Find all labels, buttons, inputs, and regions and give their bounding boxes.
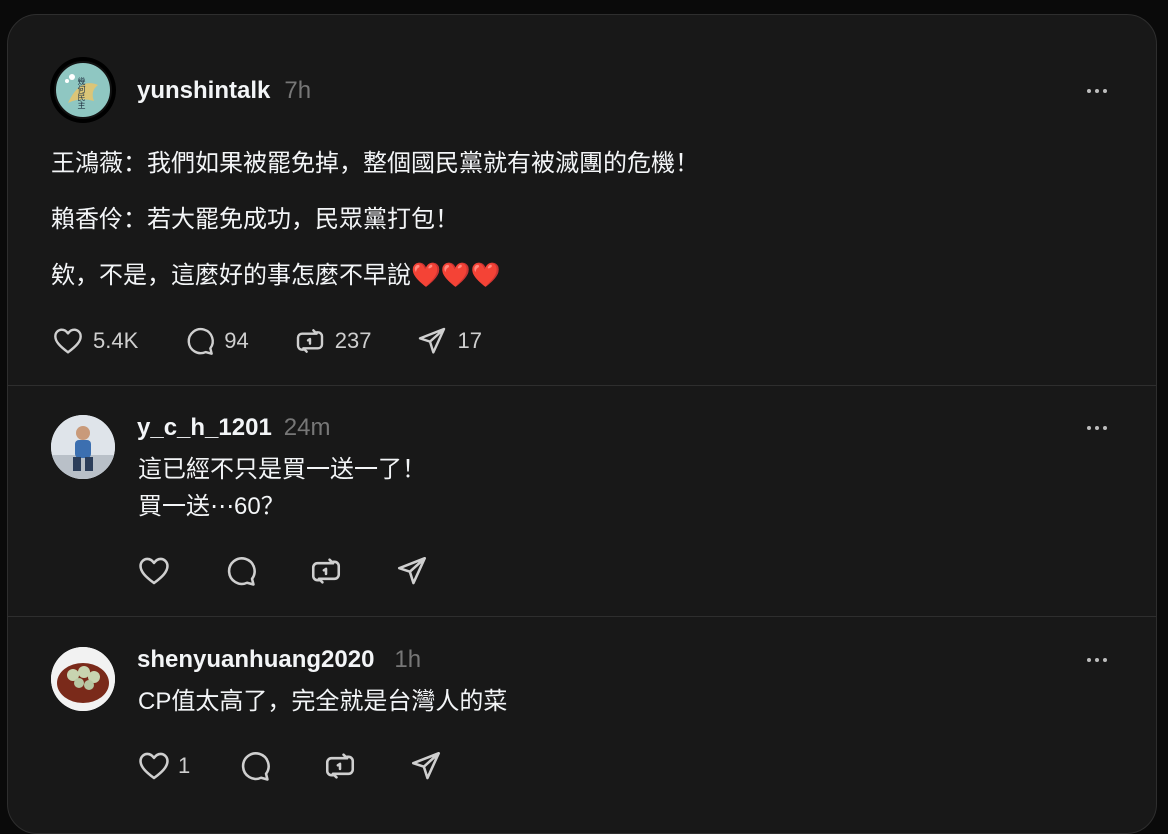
- repost-button[interactable]: [308, 554, 344, 588]
- repost-button[interactable]: [322, 749, 358, 783]
- comment-icon: [187, 327, 215, 355]
- more-icon[interactable]: [1084, 650, 1110, 670]
- avatar[interactable]: [51, 647, 115, 711]
- reply-button[interactable]: [236, 749, 272, 783]
- post-time: 7h: [284, 77, 312, 104]
- post-actions: 1: [136, 749, 444, 783]
- reply-count: 94: [224, 328, 249, 353]
- share-icon: [419, 327, 446, 354]
- share-icon: [397, 556, 427, 585]
- repost-icon: [296, 329, 323, 353]
- post-author[interactable]: y_c_h_1201 24m: [137, 414, 330, 442]
- heart-icon: [54, 328, 82, 354]
- comment-icon: [227, 557, 256, 586]
- repost-icon: [326, 753, 355, 779]
- share-icon: [412, 751, 441, 780]
- more-icon[interactable]: [1084, 418, 1110, 438]
- more-icon[interactable]: [1084, 81, 1110, 101]
- share-button[interactable]: 17: [415, 325, 482, 357]
- repost-count: 237: [334, 328, 372, 353]
- reply-post: shenyuanhuang2020 1h CP值太高了，完全就是台灣人的菜 1: [8, 617, 1156, 817]
- username[interactable]: shenyuanhuang2020: [137, 646, 374, 673]
- post-actions: 5.4K 94 237 17: [51, 325, 482, 357]
- like-button[interactable]: [136, 554, 172, 588]
- post-line: 買一送⋯60？: [138, 493, 285, 520]
- like-count: 1: [178, 753, 191, 778]
- post-line: 王鴻薇：我們如果被罷免掉，整個國民黨就有被滅團的危機！: [51, 150, 699, 177]
- post-actions: [136, 554, 430, 588]
- thread-card: 幾何民主 yunshintalk 7h 王鴻薇：我們如果被罷免掉，整個國民黨就有被…: [7, 14, 1157, 834]
- post-line: 賴香伶：若大罷免成功，民眾黨打包！: [51, 206, 459, 233]
- repost-icon: [311, 558, 341, 584]
- post-author[interactable]: shenyuanhuang2020 1h: [137, 646, 421, 674]
- post-time: 1h: [394, 646, 422, 673]
- post-line: 這已經不只是買一送一了！: [138, 456, 426, 483]
- share-button[interactable]: [408, 749, 444, 783]
- reply-button[interactable]: 94: [182, 325, 249, 357]
- post-line: 欸，不是，這麼好的事怎麼不早說❤️❤️❤️: [51, 262, 501, 289]
- heart-icon: [139, 752, 169, 780]
- post-time: 24m: [283, 414, 331, 441]
- like-button[interactable]: 1: [136, 749, 190, 783]
- heart-icon: [139, 557, 169, 585]
- main-post: 幾何民主 yunshintalk 7h 王鴻薇：我們如果被罷免掉，整個國民黨就有被…: [8, 15, 1156, 385]
- avatar[interactable]: 幾何民主: [50, 57, 116, 123]
- post-author[interactable]: yunshintalk 7h: [137, 77, 311, 105]
- post-line: CP值太高了，完全就是台灣人的菜: [138, 688, 508, 715]
- repost-button[interactable]: 237: [293, 325, 372, 357]
- reply-button[interactable]: [222, 554, 258, 588]
- share-count: 17: [457, 328, 482, 353]
- avatar[interactable]: [51, 415, 115, 479]
- avatar-logo-text: 幾何民主: [77, 77, 86, 109]
- reply-post: y_c_h_1201 24m 這已經不只是買一送一了！ 買一送⋯60？: [8, 386, 1156, 616]
- username[interactable]: yunshintalk: [137, 77, 270, 104]
- comment-icon: [242, 752, 271, 781]
- username[interactable]: y_c_h_1201: [137, 414, 272, 441]
- share-button[interactable]: [394, 554, 430, 588]
- like-button[interactable]: 5.4K: [51, 325, 138, 357]
- like-count: 5.4K: [93, 328, 139, 353]
